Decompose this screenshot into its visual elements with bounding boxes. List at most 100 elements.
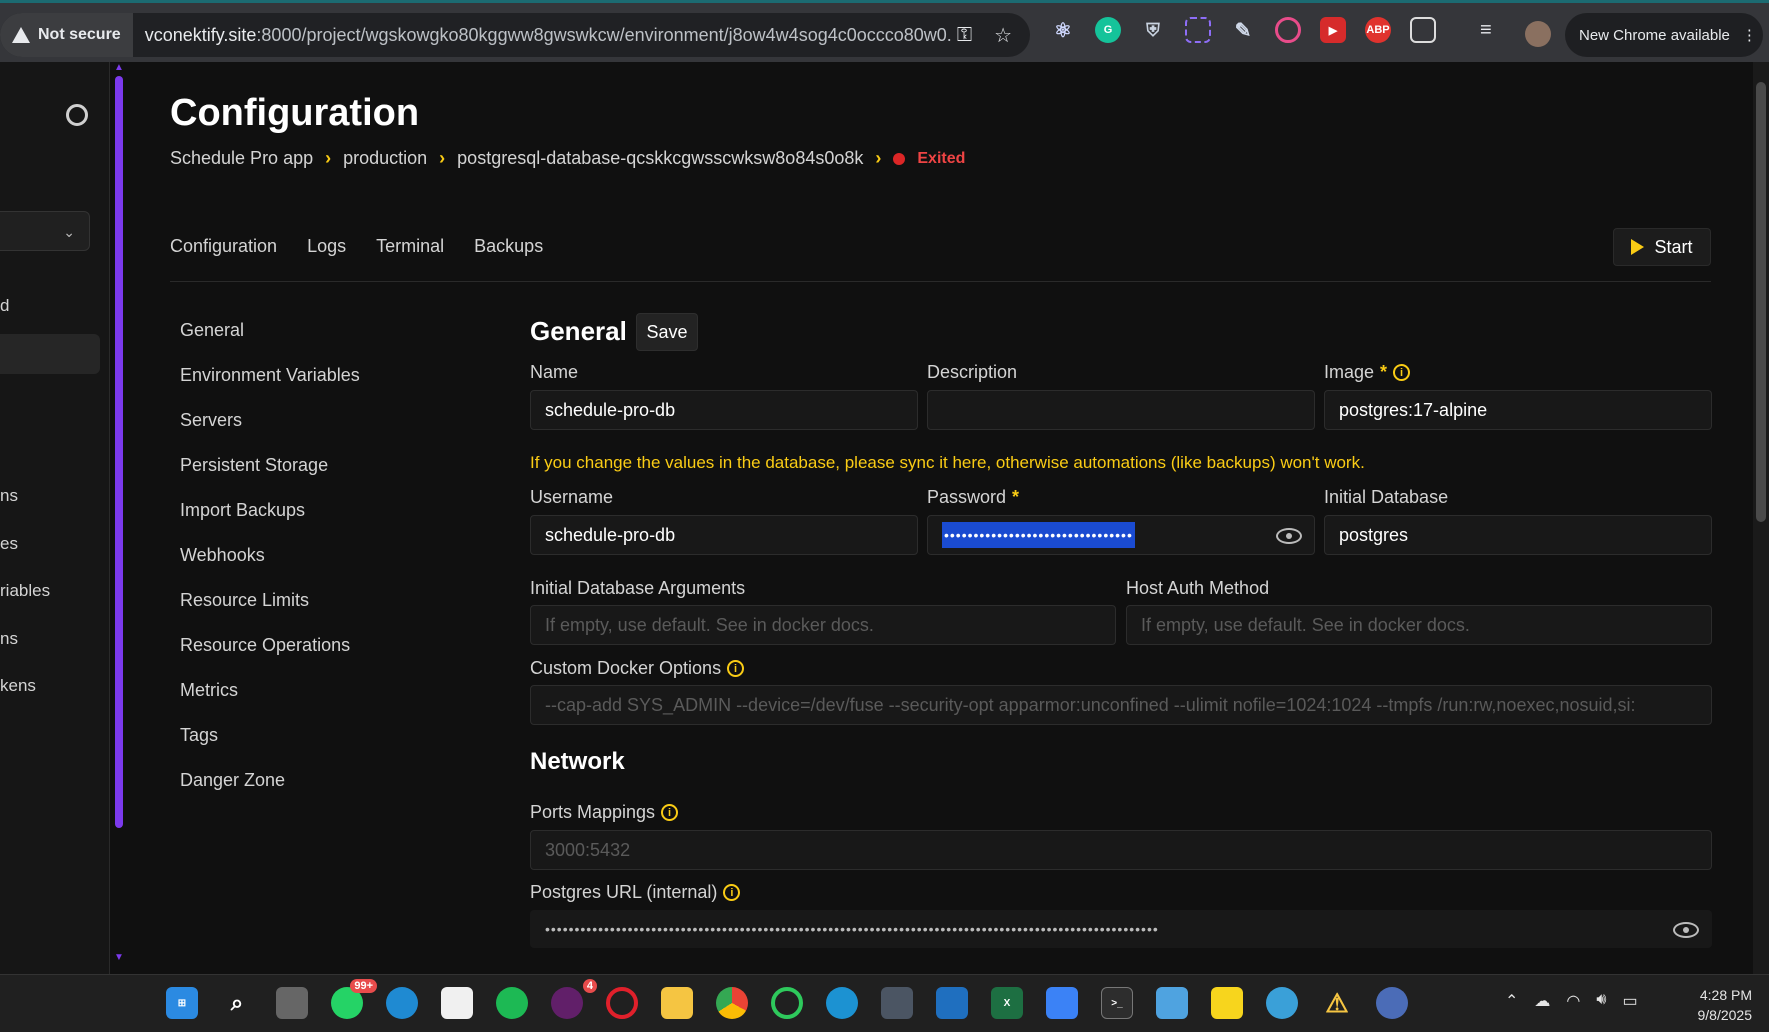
- calculator-icon[interactable]: [881, 987, 913, 1019]
- chrome-icon[interactable]: [716, 987, 748, 1019]
- subnav-import-backups[interactable]: Import Backups: [180, 500, 360, 545]
- sticky-notes-icon[interactable]: [1211, 987, 1243, 1019]
- edge-icon[interactable]: [386, 987, 418, 1019]
- onedrive-icon[interactable]: ☁: [1534, 991, 1550, 1011]
- initial-db-input[interactable]: postgres: [1324, 515, 1712, 555]
- sidebar-item[interactable]: d: [0, 296, 9, 316]
- ports-input[interactable]: 3000:5432: [530, 830, 1712, 870]
- eye-icon[interactable]: [1276, 528, 1302, 544]
- profile-avatar[interactable]: [1525, 21, 1551, 47]
- subnav-resource-operations[interactable]: Resource Operations: [180, 635, 360, 680]
- sidebar-item[interactable]: ns: [0, 629, 18, 649]
- page-scrollbar[interactable]: [1753, 62, 1769, 974]
- url-text[interactable]: vconektify.site:8000/project/wgskowgko80…: [133, 25, 953, 46]
- terminal-icon[interactable]: >_: [1101, 987, 1133, 1019]
- password-input[interactable]: ••••••••••••••••••••••••••••••••: [927, 515, 1315, 555]
- subnav-danger-zone[interactable]: Danger Zone: [180, 770, 360, 815]
- save-button[interactable]: Save: [636, 313, 698, 351]
- warning-icon[interactable]: ⚠: [1321, 987, 1353, 1019]
- subnav-metrics[interactable]: Metrics: [180, 680, 360, 725]
- wifi-icon[interactable]: ◠: [1566, 991, 1580, 1011]
- breadcrumb-environment[interactable]: production: [343, 148, 427, 169]
- scrollbar-thumb[interactable]: [1756, 82, 1766, 522]
- tab-backups[interactable]: Backups: [474, 236, 543, 257]
- subnav-general[interactable]: General: [180, 320, 360, 365]
- info-icon[interactable]: i: [723, 884, 741, 901]
- system-tray: ⌃ ☁ ◠ 🔊︎ ▭: [1505, 991, 1638, 1011]
- sidebar-item[interactable]: ns: [0, 486, 18, 506]
- info-icon[interactable]: i: [661, 804, 679, 821]
- required-marker: *: [1380, 362, 1388, 382]
- edge-dev-icon[interactable]: [826, 987, 858, 1019]
- store-icon[interactable]: [441, 987, 473, 1019]
- subnav-servers[interactable]: Servers: [180, 410, 360, 455]
- paint-icon[interactable]: [1156, 987, 1188, 1019]
- adblock-icon[interactable]: ABP: [1365, 17, 1391, 43]
- subnav-tags[interactable]: Tags: [180, 725, 360, 770]
- clock[interactable]: 4:28 PM 9/8/2025: [1680, 985, 1753, 1025]
- eye-icon[interactable]: [1673, 922, 1699, 938]
- description-input[interactable]: [927, 390, 1315, 430]
- address-bar[interactable]: Not secure vconektify.site:8000/project/…: [0, 13, 1030, 57]
- gear-icon[interactable]: [66, 104, 88, 126]
- file-explorer-icon[interactable]: [661, 987, 693, 1019]
- react-devtools-icon[interactable]: ⚛: [1050, 17, 1076, 43]
- search-icon[interactable]: ⌕: [221, 987, 253, 1019]
- scroll-down-icon[interactable]: ▼: [114, 952, 124, 963]
- tab-configuration[interactable]: Configuration: [170, 236, 277, 257]
- whatsapp-icon[interactable]: 99+: [331, 979, 377, 1019]
- team-selector[interactable]: ⌄: [0, 211, 90, 251]
- security-indicator[interactable]: Not secure: [0, 13, 133, 57]
- sidebar-item-active[interactable]: [0, 334, 100, 374]
- reading-list-icon[interactable]: ≡: [1480, 19, 1492, 42]
- excel-icon[interactable]: X: [991, 987, 1023, 1019]
- image-input[interactable]: postgres:17-alpine: [1324, 390, 1712, 430]
- color-picker-icon[interactable]: [1185, 17, 1211, 43]
- pg-url-input[interactable]: ••••••••••••••••••••••••••••••••••••••••…: [530, 910, 1712, 948]
- init-args-input[interactable]: If empty, use default. See in docker doc…: [530, 605, 1116, 645]
- subnav-persistent-storage[interactable]: Persistent Storage: [180, 455, 360, 500]
- docker-opts-input[interactable]: --cap-add SYS_ADMIN --device=/dev/fuse -…: [530, 685, 1712, 725]
- info-icon[interactable]: i: [1393, 364, 1411, 381]
- scrollbar-thumb[interactable]: [115, 76, 123, 828]
- tab-terminal[interactable]: Terminal: [376, 236, 444, 257]
- password-key-icon[interactable]: ⚿: [957, 24, 972, 47]
- stylus-icon[interactable]: ✎: [1230, 17, 1256, 43]
- sidebar-item[interactable]: riables: [0, 581, 50, 601]
- breadcrumb-project[interactable]: Schedule Pro app: [170, 148, 313, 169]
- opera-icon[interactable]: [606, 987, 638, 1019]
- scroll-up-icon[interactable]: ▲: [114, 62, 124, 73]
- photos-icon[interactable]: [936, 987, 968, 1019]
- settings-icon[interactable]: [1376, 987, 1408, 1019]
- update-chrome-button[interactable]: New Chrome available ⋮: [1565, 13, 1763, 57]
- slack-icon[interactable]: 4: [551, 979, 597, 1019]
- task-view-icon[interactable]: [276, 987, 308, 1019]
- privacy-badger-icon[interactable]: ⛨: [1140, 17, 1166, 43]
- start-icon[interactable]: ⊞: [166, 987, 198, 1019]
- extension-ring-icon[interactable]: [1275, 17, 1301, 43]
- host-auth-input[interactable]: If empty, use default. See in docker doc…: [1126, 605, 1712, 645]
- globe-icon[interactable]: [1266, 987, 1298, 1019]
- sidebar-item[interactable]: kens: [0, 676, 36, 696]
- sidebar-scrollbar[interactable]: ▲ ▼: [114, 62, 124, 966]
- notepad-icon[interactable]: [1046, 987, 1078, 1019]
- grammarly-icon[interactable]: G: [1095, 17, 1121, 43]
- pdf-extension-icon[interactable]: ▶: [1320, 17, 1346, 43]
- app-icon[interactable]: [496, 987, 528, 1019]
- start-button[interactable]: Start: [1613, 228, 1711, 266]
- volume-icon[interactable]: 🔊︎: [1596, 991, 1606, 1011]
- info-icon[interactable]: i: [727, 660, 745, 677]
- chevron-up-icon[interactable]: ⌃: [1505, 991, 1518, 1011]
- subnav-webhooks[interactable]: Webhooks: [180, 545, 360, 590]
- battery-icon[interactable]: ▭: [1622, 991, 1637, 1011]
- subnav-environment-variables[interactable]: Environment Variables: [180, 365, 360, 410]
- name-input[interactable]: schedule-pro-db: [530, 390, 918, 430]
- subnav-resource-limits[interactable]: Resource Limits: [180, 590, 360, 635]
- breadcrumb-resource[interactable]: postgresql-database-qcskkcgwsscwksw8o84s…: [457, 148, 863, 169]
- username-input[interactable]: schedule-pro-db: [530, 515, 918, 555]
- tab-logs[interactable]: Logs: [307, 236, 346, 257]
- extensions-puzzle-icon[interactable]: [1410, 17, 1436, 43]
- sidebar-item[interactable]: es: [0, 534, 18, 554]
- bookmark-star-icon[interactable]: ☆: [994, 23, 1012, 48]
- app-icon[interactable]: [771, 987, 803, 1019]
